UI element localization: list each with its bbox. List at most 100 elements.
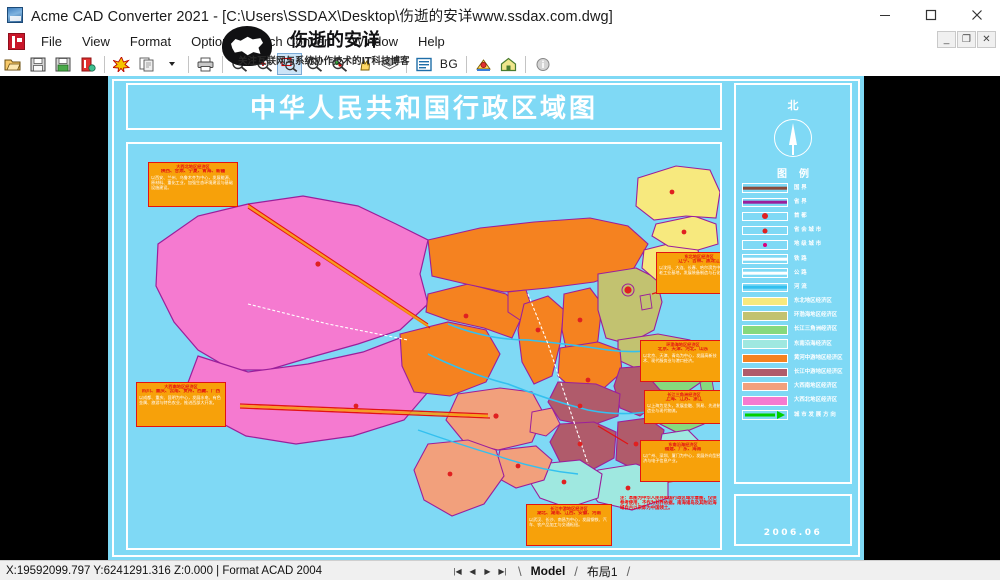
legend-swatch [742, 325, 788, 335]
first-sheet-button[interactable]: |◀ [450, 563, 465, 579]
background-toggle-button[interactable]: BG [436, 53, 462, 75]
sheet-navigation: |◀ ◀ ▶ ▶| [450, 561, 510, 580]
legend-label: 环渤海地区经济区 [794, 312, 838, 319]
legend-swatch [742, 268, 788, 278]
legend-label: 东北地区经济区 [794, 298, 832, 305]
legend-entry-provincial-city: 省 会 城 市 [742, 224, 846, 238]
map-note-block: 注：本图为中华人民共和国行政区域示意图，仅供参考使用，不作为划界依据。南海诸岛及… [620, 496, 717, 512]
menu-item-format[interactable]: Format [120, 32, 181, 51]
save-icon[interactable] [25, 53, 50, 75]
maximize-button[interactable] [908, 0, 954, 30]
mdi-window-controls: _ ❐ ✕ [937, 31, 996, 48]
compass-north-arrow-icon [774, 119, 812, 157]
legend-entry-yangtze-middle-zone: 长江中游地区经济区 [742, 365, 846, 379]
mdi-restore-button[interactable]: ❐ [957, 31, 976, 48]
last-sheet-button[interactable]: ▶| [495, 563, 510, 579]
callout-yangtze-delta[interactable]: 长江三角洲经济区 上海、江苏、浙江 以上海为龙头，发展金融、贸易、先进制造业与现… [644, 390, 721, 424]
legend-label: 国 界 [794, 184, 807, 191]
legend-list: 国 界 省 界 首 都 省 会 城 市 地 级 城 市 铁 路 公 路 河 流 … [742, 181, 846, 422]
legend-swatch [742, 240, 788, 250]
open-file-icon[interactable] [0, 53, 25, 75]
legend-entry-northeast-zone: 东北地区经济区 [742, 295, 846, 309]
legend-swatch [742, 296, 788, 307]
callout-central[interactable]: 长江中游地区经济区 湖北、湖南、江西、安徽、河南 以武汉、长沙、南昌为中心，发展… [526, 504, 612, 546]
callout-body: 以广州、深圳、厦门为中心，发展外向型经济与电子信息产业。 [643, 452, 721, 463]
tab-model[interactable]: Model [522, 564, 575, 578]
legend-label: 大西北地区经济区 [794, 397, 838, 404]
legend-swatch [742, 381, 788, 392]
application-window: Acme CAD Converter 2021 - [C:\Users\SSDA… [0, 0, 1000, 580]
callout-southwest[interactable]: 大西南地区经济区 四川、重庆、云南、贵州、西藏、广西 以成都、重庆、昆明为中心，… [136, 382, 226, 427]
legend-entry-province-border: 省 界 [742, 195, 846, 209]
copy-icon[interactable] [134, 53, 159, 75]
title-bar: Acme CAD Converter 2021 - [C:\Users\SSDA… [0, 0, 1000, 30]
callout-body: 以武汉、长沙、南昌为中心，发展钢铁、汽车、农产品加工与交通枢纽。 [529, 516, 607, 527]
legend-swatch [742, 339, 788, 349]
callout-body: 以西安、兰州、乌鲁木齐为中心，发展能源、原材料、重化工业，加强生态环境建设与基础… [151, 174, 233, 190]
legend-label: 长江中游地区经济区 [794, 369, 843, 376]
print-icon[interactable] [193, 53, 218, 75]
menu-item-batch-convert[interactable]: Batch Convert [239, 32, 341, 51]
zoom-out-icon[interactable] [227, 53, 252, 75]
legend-label: 地 级 城 市 [794, 241, 822, 248]
about-info-icon[interactable] [530, 53, 555, 75]
user-settings-icon[interactable] [471, 53, 496, 75]
legend-label: 省 会 城 市 [794, 227, 822, 234]
mdi-close-button[interactable]: ✕ [977, 31, 996, 48]
legend-swatch [742, 311, 788, 321]
callout-subtitle: 湖北、湖南、江西、安徽、河南 [536, 511, 602, 517]
close-button[interactable] [954, 0, 1000, 30]
legend-entry-prefecture-city: 地 级 城 市 [742, 238, 846, 252]
window-title: Acme CAD Converter 2021 - [C:\Users\SSDA… [31, 8, 613, 25]
save-as-image-icon[interactable] [50, 53, 75, 75]
text-window-icon[interactable] [411, 53, 436, 75]
legend-panel: 北 图例 国 界 省 界 首 都 省 会 城 市 地 级 城 市 铁 路 公 路… [734, 83, 852, 484]
toolbar-separator [188, 55, 189, 73]
tab-layout1[interactable]: 布局1 [578, 563, 627, 580]
mdi-minimize-button[interactable]: _ [937, 31, 956, 48]
zoom-in-icon[interactable] [252, 53, 277, 75]
drawing-sheet: 中华人民共和国行政区域图 大西北地区经济区 陕西、甘肃、宁夏、青海、新疆 以西安… [108, 76, 864, 560]
zoom-window-icon[interactable] [277, 53, 302, 75]
next-sheet-button[interactable]: ▶ [480, 563, 495, 579]
callout-body: 以北京、天津、青岛为中心，发展高新技术、现代服务业与港口经济。 [643, 352, 717, 363]
layer-icon[interactable] [377, 53, 402, 75]
callout-northwest[interactable]: 大西北地区经济区 陕西、甘肃、宁夏、青海、新疆 以西安、兰州、乌鲁木齐为中心，发… [148, 162, 238, 207]
callout-body: 以上海为龙头，发展金融、贸易、先进制造业与现代物流。 [647, 402, 721, 413]
legend-entry-southeast-zone: 东南沿海经济区 [742, 337, 846, 351]
menu-item-view[interactable]: View [72, 32, 120, 51]
batch-convert-icon[interactable] [109, 53, 134, 75]
legend-label: 河 流 [794, 283, 807, 290]
callout-southeast[interactable]: 东南沿海经济区 福建、广东、海南 以广州、深圳、厦门为中心，发展外向型经济与电子… [640, 440, 721, 482]
menu-item-window[interactable]: Window [342, 32, 408, 51]
export-pdf-icon[interactable] [75, 53, 100, 75]
legend-swatch [742, 367, 788, 378]
dropdown-caret-icon[interactable] [159, 53, 184, 75]
callout-subtitle: 陕西、甘肃、宁夏、青海、新疆 [160, 169, 226, 175]
legend-entry-northwest-zone: 大西北地区经济区 [742, 394, 846, 408]
legend-swatch [742, 211, 788, 222]
previous-sheet-button[interactable]: ◀ [465, 563, 480, 579]
legend-swatch [742, 183, 788, 193]
callout-bohai[interactable]: 环渤海地区经济区 北京、天津、河北、山东 以北京、天津、青岛为中心，发展高新技术… [640, 340, 720, 382]
toolbar-separator [525, 55, 526, 73]
minimize-button[interactable] [862, 0, 908, 30]
callout-subtitle: 四川、重庆、云南、贵州、西藏、广西 [141, 389, 221, 395]
home-icon[interactable] [496, 53, 521, 75]
zoom-extents-icon[interactable] [327, 53, 352, 75]
menu-item-file[interactable]: File [31, 32, 72, 51]
callout-northeast[interactable]: 东北地区经济区 辽宁、吉林、黑龙江 以沈阳、大连、长春、哈尔滨为中心，振兴老工业… [656, 252, 720, 294]
map-content: 大西北地区经济区 陕西、甘肃、宁夏、青海、新疆 以西安、兰州、乌鲁木齐为中心，发… [128, 144, 720, 548]
legend-swatch [742, 197, 788, 208]
toolbar-separator [466, 55, 467, 73]
toolbar: BG [0, 52, 1000, 76]
pan-icon[interactable] [352, 53, 377, 75]
legend-entry-development-direction: 城 市 发 展 方 向 [742, 408, 846, 422]
menu-item-help[interactable]: Help [408, 32, 455, 51]
drawing-canvas[interactable]: 中华人民共和国行政区域图 大西北地区经济区 陕西、甘肃、宁夏、青海、新疆 以西安… [0, 76, 1000, 560]
menu-item-option[interactable]: Option [181, 32, 239, 51]
zoom-previous-icon[interactable] [302, 53, 327, 75]
tab-divider: / [626, 563, 631, 579]
toolbar-separator [222, 55, 223, 73]
legend-entry-bohai-zone: 环渤海地区经济区 [742, 309, 846, 323]
